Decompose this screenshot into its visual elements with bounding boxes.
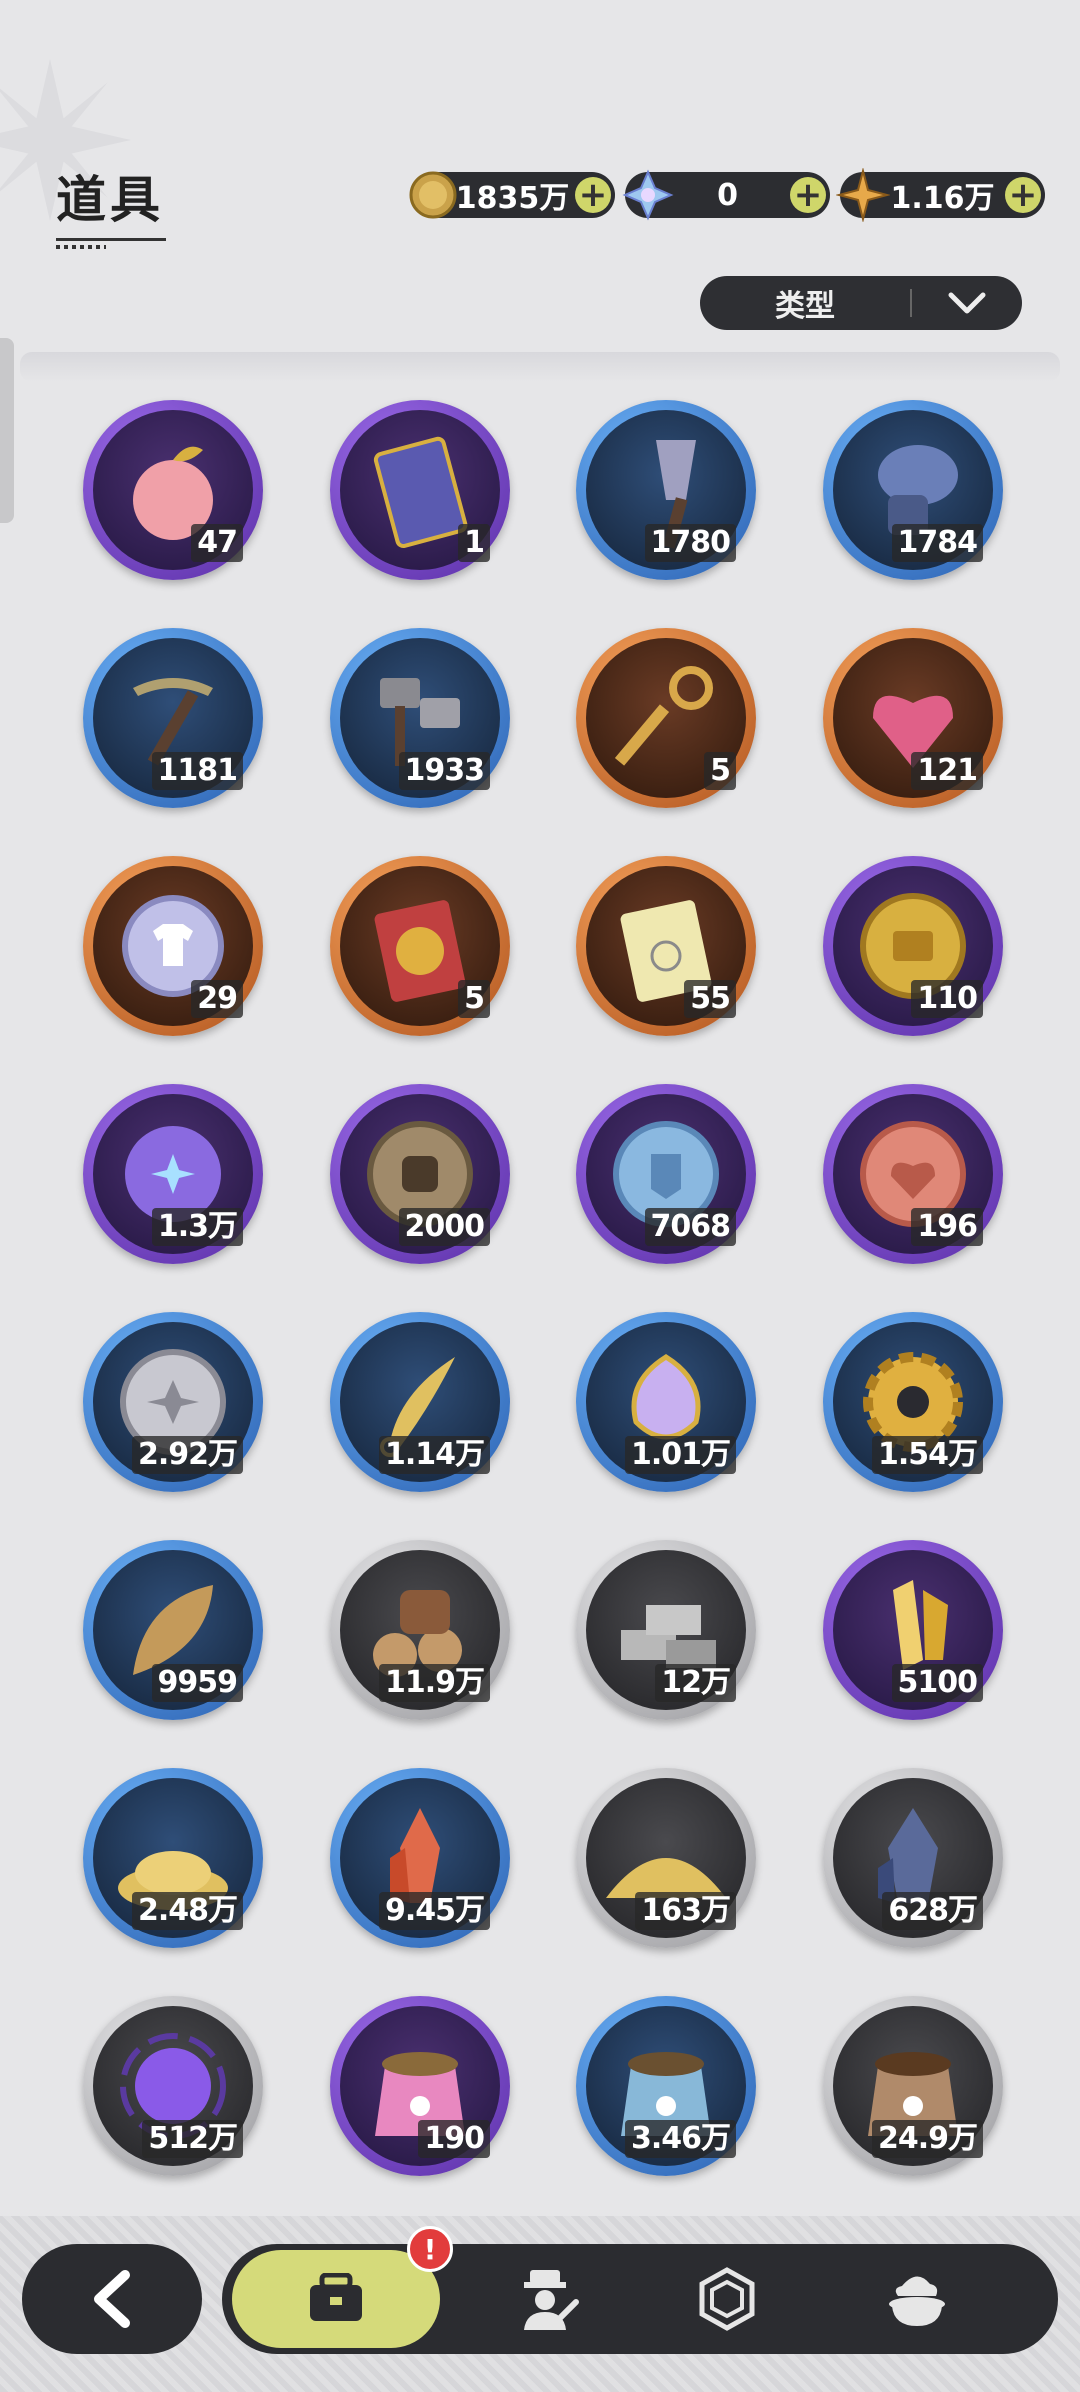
inventory-item[interactable]: 163万 xyxy=(576,1768,756,1948)
inventory-item[interactable]: 7068 xyxy=(576,1084,756,1264)
type-filter-label: 类型 xyxy=(775,289,835,324)
currency-star[interactable]: 1.16万 + xyxy=(836,168,1045,222)
item-count: 9959 xyxy=(151,1664,243,1702)
item-count: 1784 xyxy=(891,524,983,562)
item-count: 190 xyxy=(418,2120,490,2158)
inventory-item[interactable]: 2.48万 xyxy=(83,1768,263,1948)
add-star-button[interactable]: + xyxy=(1005,177,1041,213)
inventory-item[interactable]: 11.9万 xyxy=(330,1540,510,1720)
item-count: 5100 xyxy=(891,1664,983,1702)
item-count: 7068 xyxy=(644,1208,736,1246)
inventory-item[interactable]: 55 xyxy=(576,856,756,1036)
crystal-icon xyxy=(622,169,674,221)
item-count: 1181 xyxy=(151,752,243,790)
item-count: 47 xyxy=(191,524,243,562)
item-count: 24.9万 xyxy=(871,2120,983,2158)
inventory-item[interactable]: 1933 xyxy=(330,628,510,808)
inventory-item[interactable]: 1.54万 xyxy=(823,1312,1003,1492)
item-count: 1 xyxy=(458,524,490,562)
inventory-item[interactable]: 196 xyxy=(823,1084,1003,1264)
page-title: 道具 xyxy=(56,171,164,229)
character-icon xyxy=(524,2270,579,2330)
inventory-item[interactable]: 24.9万 xyxy=(823,1996,1003,2176)
tab-food[interactable] xyxy=(842,2244,992,2354)
page-title-block: 道具 xyxy=(56,160,166,249)
tab-bag[interactable]: ! xyxy=(232,2226,453,2348)
type-filter-dropdown[interactable]: 类型 xyxy=(700,276,1022,330)
item-count: 5 xyxy=(704,752,736,790)
item-count: 163万 xyxy=(635,1892,736,1930)
item-count: 2.92万 xyxy=(131,1436,243,1474)
currency-gold[interactable]: 1835万 + xyxy=(409,171,615,219)
title-underline xyxy=(56,238,166,241)
item-count: 628万 xyxy=(882,1892,983,1930)
inventory-item[interactable]: 1780 xyxy=(576,400,756,580)
item-count: 29 xyxy=(191,980,243,1018)
inventory-item[interactable]: 2.92万 xyxy=(83,1312,263,1492)
item-count: 1.54万 xyxy=(871,1436,983,1474)
item-count: 1933 xyxy=(398,752,490,790)
inventory-screen: 道具 1835万 + 0 + 1.16万 + 类型 47 1 1780 1784… xyxy=(0,0,1080,2392)
inventory-item[interactable]: 2000 xyxy=(330,1084,510,1264)
item-count: 1780 xyxy=(644,524,736,562)
add-gold-button[interactable]: + xyxy=(575,177,611,213)
side-scroll-handle[interactable] xyxy=(0,338,14,523)
inventory-item[interactable]: 9959 xyxy=(83,1540,263,1720)
inventory-item[interactable]: 1 xyxy=(330,400,510,580)
inventory-item[interactable]: 1.01万 xyxy=(576,1312,756,1492)
inventory-item[interactable]: 29 xyxy=(83,856,263,1036)
item-count: 5 xyxy=(458,980,490,1018)
item-count: 1.01万 xyxy=(624,1436,736,1474)
title-dots xyxy=(56,245,106,249)
inventory-item[interactable]: 1.3万 xyxy=(83,1084,263,1264)
inventory-item[interactable]: 628万 xyxy=(823,1768,1003,1948)
inventory-item[interactable]: 5 xyxy=(576,628,756,808)
currency-bar: 1835万 + 0 + 1.16万 + xyxy=(409,168,1045,222)
inventory-item[interactable]: 12万 xyxy=(576,1540,756,1720)
item-count: 110 xyxy=(911,980,983,1018)
notification-badge: ! xyxy=(407,2226,453,2272)
item-count: 512万 xyxy=(142,2120,243,2158)
bottom-tab-bar: ! xyxy=(222,2226,1058,2354)
inventory-item[interactable]: 47 xyxy=(83,400,263,580)
inventory-item[interactable]: 512万 xyxy=(83,1996,263,2176)
back-arrow-icon xyxy=(94,2270,130,2328)
chevron-down-icon xyxy=(912,291,1022,315)
item-count: 1.3万 xyxy=(151,1208,243,1246)
item-count: 11.9万 xyxy=(378,1664,490,1702)
bag-icon xyxy=(310,2273,362,2321)
inventory-item[interactable]: 121 xyxy=(823,628,1003,808)
inventory-item[interactable]: 5 xyxy=(330,856,510,1036)
item-count: 196 xyxy=(911,1208,983,1246)
item-count: 2.48万 xyxy=(131,1892,243,1930)
item-count: 2000 xyxy=(398,1208,490,1246)
tab-character[interactable] xyxy=(482,2244,612,2354)
inventory-item[interactable]: 1784 xyxy=(823,400,1003,580)
tab-gem[interactable] xyxy=(662,2244,792,2354)
hexagon-icon xyxy=(699,2267,755,2331)
inventory-item[interactable]: 190 xyxy=(330,1996,510,2176)
inventory-item[interactable]: 3.46万 xyxy=(576,1996,756,2176)
inventory-item[interactable]: 1.14万 xyxy=(330,1312,510,1492)
gold-coin-icon xyxy=(409,171,457,219)
inventory-item[interactable]: 110 xyxy=(823,856,1003,1036)
back-button[interactable] xyxy=(22,2244,202,2354)
food-icon xyxy=(889,2276,945,2326)
inventory-item[interactable]: 1181 xyxy=(83,628,263,808)
item-count: 12万 xyxy=(655,1664,736,1702)
grid-shadow xyxy=(20,352,1060,382)
currency-crystal[interactable]: 0 + xyxy=(622,169,830,221)
item-count: 3.46万 xyxy=(624,2120,736,2158)
star-gem-icon xyxy=(836,168,890,222)
item-count: 1.14万 xyxy=(378,1436,490,1474)
item-count: 55 xyxy=(684,980,736,1018)
add-crystal-button[interactable]: + xyxy=(790,177,826,213)
item-count: 121 xyxy=(911,752,983,790)
inventory-item[interactable]: 9.45万 xyxy=(330,1768,510,1948)
inventory-item[interactable]: 5100 xyxy=(823,1540,1003,1720)
item-count: 9.45万 xyxy=(378,1892,490,1930)
